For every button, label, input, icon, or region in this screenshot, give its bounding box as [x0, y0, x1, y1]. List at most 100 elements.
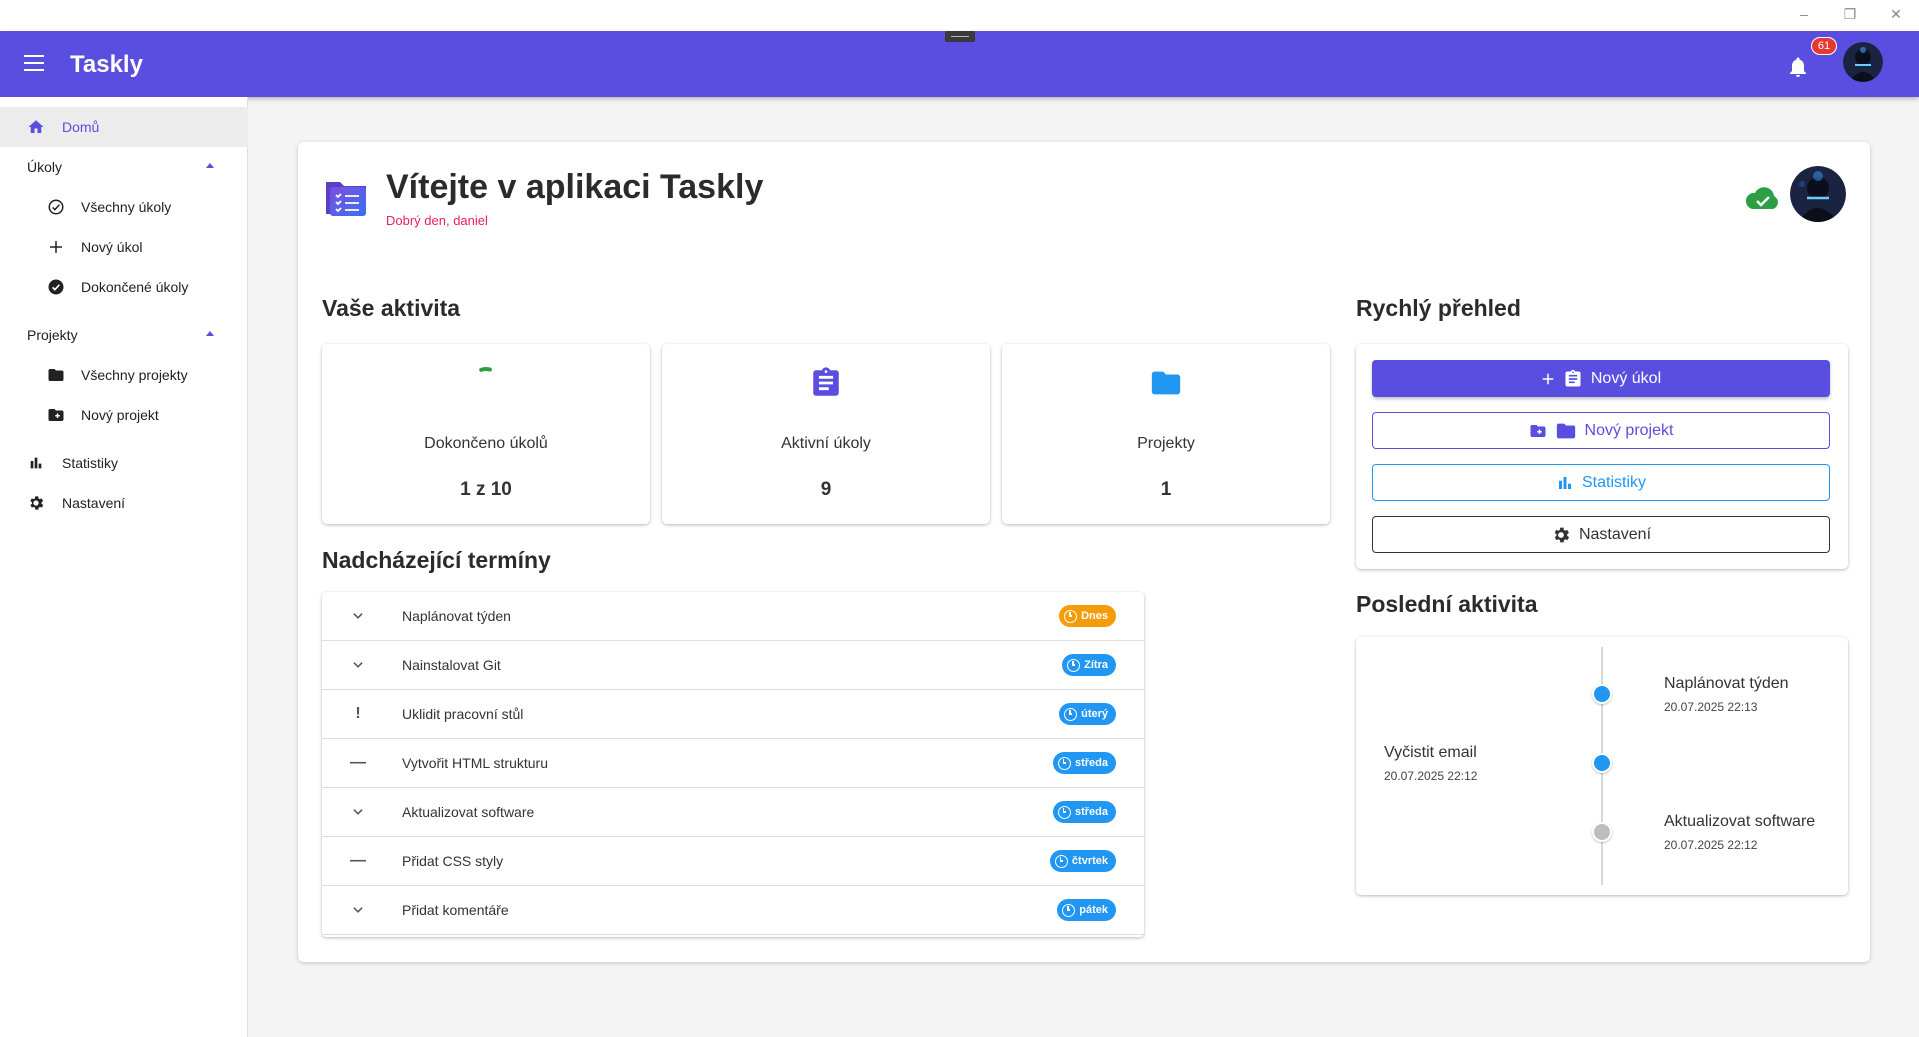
due-chip: úterý — [1059, 703, 1116, 725]
chevron-down-icon — [350, 608, 366, 624]
list-item[interactable]: Nainstalovat Git Zítra — [322, 641, 1144, 690]
timeline-item-title: Naplánovat týden — [1664, 675, 1789, 692]
sidebar-item-all-projects[interactable]: Všechny projekty — [0, 355, 248, 395]
due-label: čtvrtek — [1071, 855, 1108, 867]
sidebar-item-all-tasks[interactable]: Všechny úkoly — [0, 187, 248, 227]
sidebar-item-new-project[interactable]: Nový projekt — [0, 395, 248, 435]
due-chip: středa — [1052, 752, 1116, 774]
sidebar-section-projects[interactable]: Projekty — [0, 315, 248, 355]
greeting-text: Dobrý den, daniel — [386, 213, 488, 228]
button-label: Statistiky — [1581, 473, 1646, 491]
check-circle-outline-icon — [47, 198, 65, 216]
exclamation-icon: ! — [355, 705, 361, 722]
button-label: Nový projekt — [1584, 421, 1674, 439]
restore-icon[interactable]: ❐ — [1840, 6, 1860, 23]
due-chip: čtvrtek — [1049, 850, 1116, 872]
close-icon[interactable]: ✕ — [1886, 6, 1906, 23]
section-heading-deadlines: Nadcházející termíny — [322, 547, 551, 573]
clipboard-icon — [1565, 369, 1581, 386]
due-chip: středa — [1052, 801, 1116, 823]
plus-icon — [1542, 373, 1554, 384]
bar-chart-icon — [1558, 476, 1571, 489]
sidebar-item-label: Nový projekt — [81, 407, 159, 423]
stat-card-projects: Projekty 1 — [1002, 344, 1330, 524]
task-title: Uklidit pracovní stůl — [402, 706, 524, 722]
sidebar-item-label: Všechny projekty — [81, 367, 188, 383]
task-title: Přidat komentáře — [402, 902, 509, 918]
user-avatar[interactable] — [1790, 166, 1846, 222]
timeline-item-title: Vyčistit email — [1384, 744, 1477, 761]
clock-icon — [1057, 805, 1071, 819]
button-label: Nový úkol — [1590, 369, 1662, 387]
sidebar-item-statistics[interactable]: Statistiky — [0, 443, 248, 483]
sidebar-item-label: Nastavení — [62, 495, 126, 511]
folder-icon — [1151, 371, 1181, 395]
minus-icon: — — [350, 754, 366, 771]
stat-value: 9 — [820, 479, 832, 500]
due-label: pátek — [1079, 904, 1108, 916]
recent-activity-timeline: Naplánovat týden 20.07.2025 22:13 Vyčist… — [1356, 637, 1848, 895]
list-item[interactable]: Naplánovat týden Dnes — [322, 592, 1144, 641]
stat-label: Projekty — [1137, 435, 1195, 452]
sidebar-item-home[interactable]: Domů — [0, 107, 248, 147]
chevron-down-icon — [350, 804, 366, 820]
settings-button[interactable]: Nastavení — [1372, 516, 1830, 553]
button-label: Nastavení — [1578, 525, 1652, 543]
due-label: Zítra — [1084, 659, 1108, 671]
cloud-check-icon — [1745, 187, 1778, 209]
timeline-dot — [1592, 822, 1612, 842]
list-item[interactable]: — Vytvořit HTML strukturu středa — [322, 739, 1144, 788]
sidebar-item-label: Všechny úkoly — [81, 199, 172, 215]
sidebar-item-completed-tasks[interactable]: Dokončené úkoly — [0, 267, 248, 307]
timeline-item-time: 20.07.2025 22:12 — [1384, 769, 1478, 783]
sidebar-section-tasks[interactable]: Úkoly — [0, 147, 248, 187]
due-label: středa — [1074, 757, 1108, 769]
bell-icon[interactable] — [1786, 55, 1810, 79]
check-circle-icon — [47, 278, 65, 296]
quick-overview-panel: Nový úkol Nový projekt Statistiky Nastav… — [1356, 344, 1848, 569]
list-item[interactable]: Přidat komentáře pátek — [322, 886, 1144, 935]
clock-icon — [1062, 903, 1076, 917]
task-title: Přidat CSS styly — [402, 853, 504, 869]
due-label: středa — [1074, 806, 1108, 818]
due-label: Dnes — [1081, 610, 1108, 622]
task-title: Vytvořit HTML strukturu — [402, 755, 548, 771]
stat-card-active: Aktivní úkoly 9 — [662, 344, 990, 524]
stat-value: 1 z 10 — [460, 479, 512, 500]
sidebar-item-label: Domů — [62, 119, 100, 135]
due-chip: Dnes — [1059, 605, 1116, 627]
due-label: úterý — [1081, 708, 1108, 720]
list-item[interactable]: — Přidat CSS styly čtvrtek — [322, 837, 1144, 886]
sidebar: Domů Úkoly Všechny úkoly Nový úkol Dokon… — [0, 97, 248, 1037]
sidebar-item-settings[interactable]: Nastavení — [0, 483, 248, 523]
clock-icon — [1054, 854, 1068, 868]
due-chip: Zítra — [1062, 654, 1116, 676]
app-title: Taskly — [70, 51, 143, 78]
avatar[interactable] — [1843, 42, 1883, 82]
list-item[interactable]: Aktualizovat software středa — [322, 788, 1144, 837]
timeline-item-time: 20.07.2025 22:13 — [1664, 700, 1758, 714]
chevron-up-icon — [206, 163, 214, 168]
page-title: Vítejte v aplikaci Taskly — [386, 168, 764, 206]
chevron-down-icon — [350, 902, 366, 918]
statistics-button[interactable]: Statistiky — [1372, 464, 1830, 501]
new-project-button[interactable]: Nový projekt — [1372, 412, 1830, 449]
sidebar-item-label: Dokončené úkoly — [81, 279, 189, 295]
list-item[interactable]: ! Uklidit pracovní stůl úterý — [322, 690, 1144, 739]
menu-icon[interactable] — [24, 55, 44, 71]
minimize-icon[interactable]: – — [1794, 6, 1814, 22]
window-titlebar: – ❐ ✕ — [0, 0, 1919, 31]
gear-icon — [27, 494, 45, 512]
stat-label: Aktivní úkoly — [781, 435, 871, 452]
task-title: Nainstalovat Git — [402, 657, 501, 673]
section-heading-quick-overview: Rychlý přehled — [1356, 295, 1521, 321]
sidebar-item-label: Statistiky — [62, 455, 119, 471]
drag-handle[interactable] — [945, 31, 975, 42]
due-chip: pátek — [1057, 899, 1116, 921]
stat-value: 1 — [1160, 479, 1172, 500]
sidebar-item-new-task[interactable]: Nový úkol — [0, 227, 248, 267]
new-task-button[interactable]: Nový úkol — [1372, 360, 1830, 397]
gear-icon — [1554, 527, 1570, 542]
bar-chart-icon — [27, 454, 45, 472]
section-heading-activity: Vaše aktivita — [322, 295, 461, 321]
